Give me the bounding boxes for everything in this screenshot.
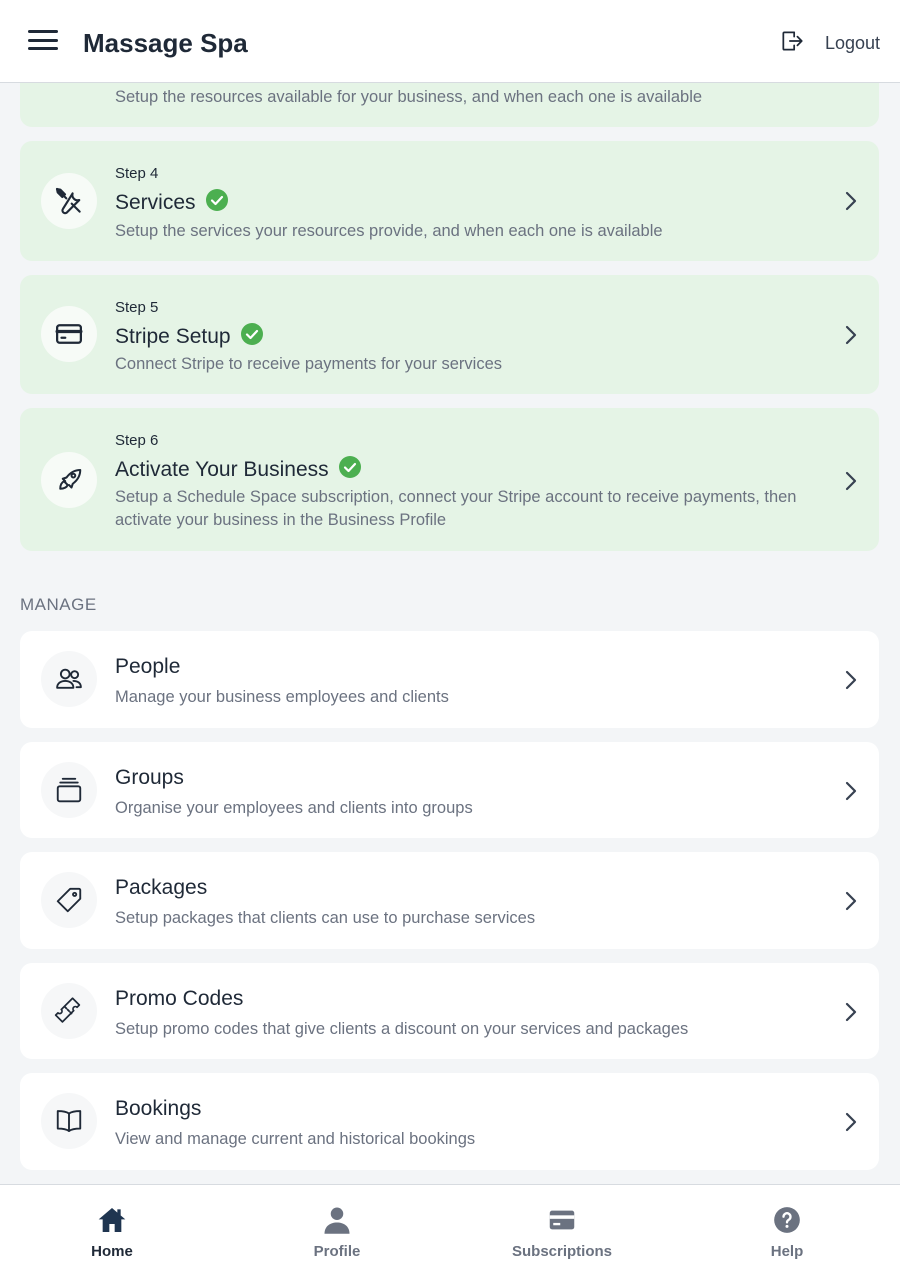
setup-step-stripe[interactable]: Step 5 Stripe Setup Connect Stripe to re…: [20, 275, 879, 394]
chevron-right-icon: [845, 1002, 857, 1027]
nav-label: Home: [91, 1243, 133, 1260]
step-number: Step 4: [115, 165, 159, 182]
groups-icon: [41, 762, 97, 818]
home-icon: [37, 1203, 187, 1237]
chevron-right-icon: [845, 191, 857, 216]
chevron-right-icon: [845, 670, 857, 695]
check-circle-icon: [205, 189, 228, 217]
bottom-navigation: Home Profile Subscriptions Help: [0, 1184, 900, 1286]
step-title: Activate Your Business: [115, 456, 361, 484]
manage-item-bookings[interactable]: Bookings View and manage current and his…: [20, 1073, 879, 1170]
setup-step-activate[interactable]: Step 6 Activate Your Business Setup a Sc…: [20, 408, 879, 551]
nav-profile[interactable]: Profile: [262, 1203, 412, 1260]
step-description: Setup the services your resources provid…: [115, 222, 663, 240]
card-icon: [487, 1203, 637, 1237]
credit-card-icon: [41, 306, 97, 362]
manage-item-description: Setup packages that clients can use to p…: [115, 909, 536, 927]
nav-subscriptions[interactable]: Subscriptions: [487, 1203, 637, 1260]
main-content: Setup the resources available for your b…: [0, 0, 900, 1184]
step-description: Setup a Schedule Space subscription, con…: [115, 488, 797, 529]
book-icon: [41, 1093, 97, 1149]
ticket-icon: [41, 983, 97, 1039]
manage-item-description: Organise your employees and clients into…: [115, 799, 473, 817]
manage-item-title: People: [115, 655, 181, 678]
nav-label: Subscriptions: [511, 1243, 612, 1260]
step-description: Setup the resources available for your b…: [115, 88, 703, 106]
nav-help[interactable]: Help: [712, 1203, 862, 1260]
chevron-right-icon: [845, 471, 857, 496]
logout-icon: [779, 28, 805, 59]
step-title: Services: [115, 189, 228, 217]
help-icon: [712, 1203, 862, 1237]
manage-item-description: Manage your business employees and clien…: [115, 688, 449, 706]
page-title: Massage Spa: [83, 28, 248, 58]
manage-item-groups[interactable]: Groups Organise your employees and clien…: [20, 742, 879, 838]
menu-icon[interactable]: [28, 30, 58, 52]
manage-item-description: View and manage current and historical b…: [115, 1130, 476, 1148]
step-description: Connect Stripe to receive payments for y…: [115, 355, 503, 373]
manage-item-title: Packages: [115, 876, 208, 899]
tools-icon: [41, 173, 97, 229]
manage-item-title: Promo Codes: [115, 987, 244, 1010]
manage-item-promo-codes[interactable]: Promo Codes Setup promo codes that give …: [20, 963, 879, 1059]
nav-label: Help: [770, 1243, 804, 1260]
step-number: Step 6: [115, 432, 159, 449]
rocket-icon: [41, 452, 97, 508]
manage-item-title: Bookings: [115, 1097, 202, 1120]
step-title-text: Stripe Setup: [115, 325, 231, 348]
tag-icon: [41, 872, 97, 928]
check-circle-icon: [338, 456, 361, 484]
step-title-text: Services: [115, 191, 196, 214]
step-number: Step 5: [115, 299, 159, 316]
chevron-right-icon: [845, 325, 857, 350]
step-title-text: Activate Your Business: [115, 458, 329, 481]
step-title: Stripe Setup: [115, 323, 263, 351]
logout-button[interactable]: Logout: [779, 28, 880, 59]
chevron-right-icon: [845, 891, 857, 916]
chevron-right-icon: [845, 1112, 857, 1137]
manage-item-description: Setup promo codes that give clients a di…: [115, 1020, 689, 1038]
nav-label: Profile: [313, 1243, 361, 1260]
manage-item-title: Groups: [115, 766, 184, 789]
manage-item-people[interactable]: People Manage your business employees an…: [20, 631, 879, 728]
people-icon: [41, 651, 97, 707]
app-header: Massage Spa Logout: [0, 0, 900, 83]
setup-step-services[interactable]: Step 4 Services Setup the services your …: [20, 141, 879, 261]
manage-item-packages[interactable]: Packages Setup packages that clients can…: [20, 852, 879, 949]
chevron-right-icon: [845, 781, 857, 806]
check-circle-icon: [240, 323, 263, 351]
user-icon: [262, 1203, 412, 1237]
logout-label: Logout: [824, 33, 880, 53]
manage-section-heading: MANAGE: [20, 595, 97, 614]
nav-home[interactable]: Home: [37, 1203, 187, 1260]
